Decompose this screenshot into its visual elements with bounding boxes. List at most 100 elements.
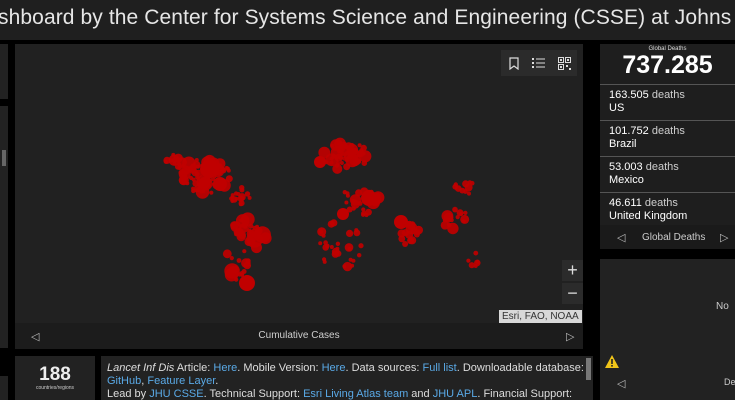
case-marker[interactable]	[241, 258, 251, 268]
deaths-list-item[interactable]: 101.752 deaths Brazil	[600, 120, 735, 156]
case-marker[interactable]	[194, 188, 199, 193]
map-next-arrow[interactable]: ▷	[566, 330, 574, 343]
case-marker[interactable]	[178, 170, 184, 175]
full-list-link[interactable]: Full list	[423, 362, 457, 374]
case-marker[interactable]	[173, 153, 183, 163]
case-marker[interactable]	[452, 206, 458, 213]
case-marker[interactable]	[394, 215, 408, 229]
list-icon[interactable]	[530, 54, 548, 72]
case-marker[interactable]	[466, 258, 471, 263]
case-marker[interactable]	[452, 184, 459, 190]
case-marker[interactable]	[342, 264, 347, 269]
case-marker[interactable]	[185, 181, 190, 186]
case-marker[interactable]	[327, 220, 335, 228]
left-panel-middle[interactable]	[0, 106, 8, 348]
deaths-list-item[interactable]: 46.611 deaths United Kingdom	[600, 192, 735, 228]
case-marker[interactable]	[335, 250, 342, 257]
case-marker[interactable]	[342, 190, 347, 195]
warning-icon[interactable]	[604, 354, 620, 374]
case-marker[interactable]	[347, 150, 355, 158]
case-marker[interactable]	[357, 253, 362, 258]
case-marker[interactable]	[344, 142, 353, 151]
case-marker[interactable]	[318, 241, 323, 246]
case-marker[interactable]	[364, 212, 369, 218]
cases-map[interactable]: + − Esri, FAO, NOAA ◁ Cumulative Cases ▷	[15, 44, 583, 349]
github-link[interactable]: GitHub	[107, 375, 141, 387]
deaths-list-item[interactable]: 53.003 deaths Mexico	[600, 156, 735, 192]
case-marker[interactable]	[344, 200, 349, 205]
case-marker[interactable]	[230, 195, 235, 200]
jhu-apl-link[interactable]: JHU APL	[433, 388, 478, 400]
case-marker[interactable]	[194, 158, 199, 162]
case-marker[interactable]	[209, 190, 214, 195]
case-marker[interactable]	[237, 195, 245, 202]
zoom-in-button[interactable]: +	[562, 260, 583, 281]
case-marker[interactable]	[329, 245, 334, 249]
deaths-next-arrow[interactable]: ▷	[720, 231, 728, 244]
case-marker[interactable]	[463, 210, 468, 215]
case-marker[interactable]	[357, 201, 363, 206]
case-marker[interactable]	[440, 221, 450, 230]
mobile-version-link[interactable]: Here	[322, 362, 346, 374]
case-marker[interactable]	[335, 241, 341, 246]
case-marker[interactable]	[322, 244, 330, 251]
jhu-csse-link[interactable]: JHU CSSE	[149, 388, 203, 400]
case-marker[interactable]	[475, 259, 480, 265]
case-marker[interactable]	[239, 218, 243, 223]
case-marker[interactable]	[230, 198, 235, 203]
case-marker[interactable]	[348, 257, 353, 262]
case-marker[interactable]	[401, 229, 409, 237]
case-marker[interactable]	[200, 160, 218, 178]
case-marker[interactable]	[225, 175, 233, 183]
case-marker[interactable]	[339, 161, 344, 165]
case-marker[interactable]	[345, 193, 350, 198]
case-marker[interactable]	[344, 243, 354, 252]
case-marker[interactable]	[236, 258, 242, 263]
case-marker[interactable]	[402, 241, 409, 247]
case-marker[interactable]	[343, 163, 351, 171]
case-marker[interactable]	[449, 218, 454, 223]
case-marker[interactable]	[224, 263, 240, 279]
case-marker[interactable]	[461, 219, 466, 224]
case-marker[interactable]	[163, 156, 171, 164]
case-marker[interactable]	[353, 229, 361, 237]
case-marker[interactable]	[222, 249, 232, 259]
case-marker[interactable]	[247, 237, 256, 246]
case-marker[interactable]	[446, 217, 451, 222]
case-marker[interactable]	[317, 227, 327, 237]
case-marker[interactable]	[205, 156, 210, 161]
feature-layer-link[interactable]: Feature Layer	[147, 375, 215, 387]
case-marker[interactable]	[414, 229, 421, 236]
case-marker[interactable]	[192, 160, 201, 169]
case-marker[interactable]	[464, 183, 473, 192]
right-bottom-prev-arrow[interactable]: ◁	[617, 377, 625, 390]
case-marker[interactable]	[314, 156, 326, 168]
case-marker[interactable]	[473, 250, 479, 256]
case-marker[interactable]	[329, 160, 334, 165]
left-scrollbar[interactable]	[2, 150, 6, 166]
deaths-list-item[interactable]: 163.505 deaths US	[600, 84, 735, 120]
case-marker[interactable]	[254, 226, 271, 244]
case-marker[interactable]	[459, 211, 463, 216]
case-marker[interactable]	[346, 229, 354, 237]
case-marker[interactable]	[329, 156, 334, 161]
case-marker[interactable]	[407, 237, 415, 245]
case-marker[interactable]	[360, 144, 367, 152]
case-marker[interactable]	[180, 164, 185, 169]
case-marker[interactable]	[220, 166, 226, 173]
qr-grid-icon[interactable]	[555, 54, 573, 72]
case-marker[interactable]	[473, 264, 478, 268]
article-link[interactable]: Here	[213, 362, 237, 374]
zoom-out-button[interactable]: −	[562, 283, 583, 304]
case-marker[interactable]	[335, 246, 340, 251]
case-marker[interactable]	[361, 190, 377, 206]
case-marker[interactable]	[242, 249, 247, 254]
case-marker[interactable]	[239, 275, 255, 291]
case-marker[interactable]	[361, 207, 366, 212]
case-marker[interactable]	[233, 191, 239, 196]
esri-team-link[interactable]: Esri Living Atlas team	[303, 388, 408, 400]
bookmark-icon[interactable]	[505, 54, 523, 72]
deaths-prev-arrow[interactable]: ◁	[617, 231, 625, 244]
case-marker[interactable]	[358, 243, 364, 249]
case-marker[interactable]	[176, 162, 182, 167]
